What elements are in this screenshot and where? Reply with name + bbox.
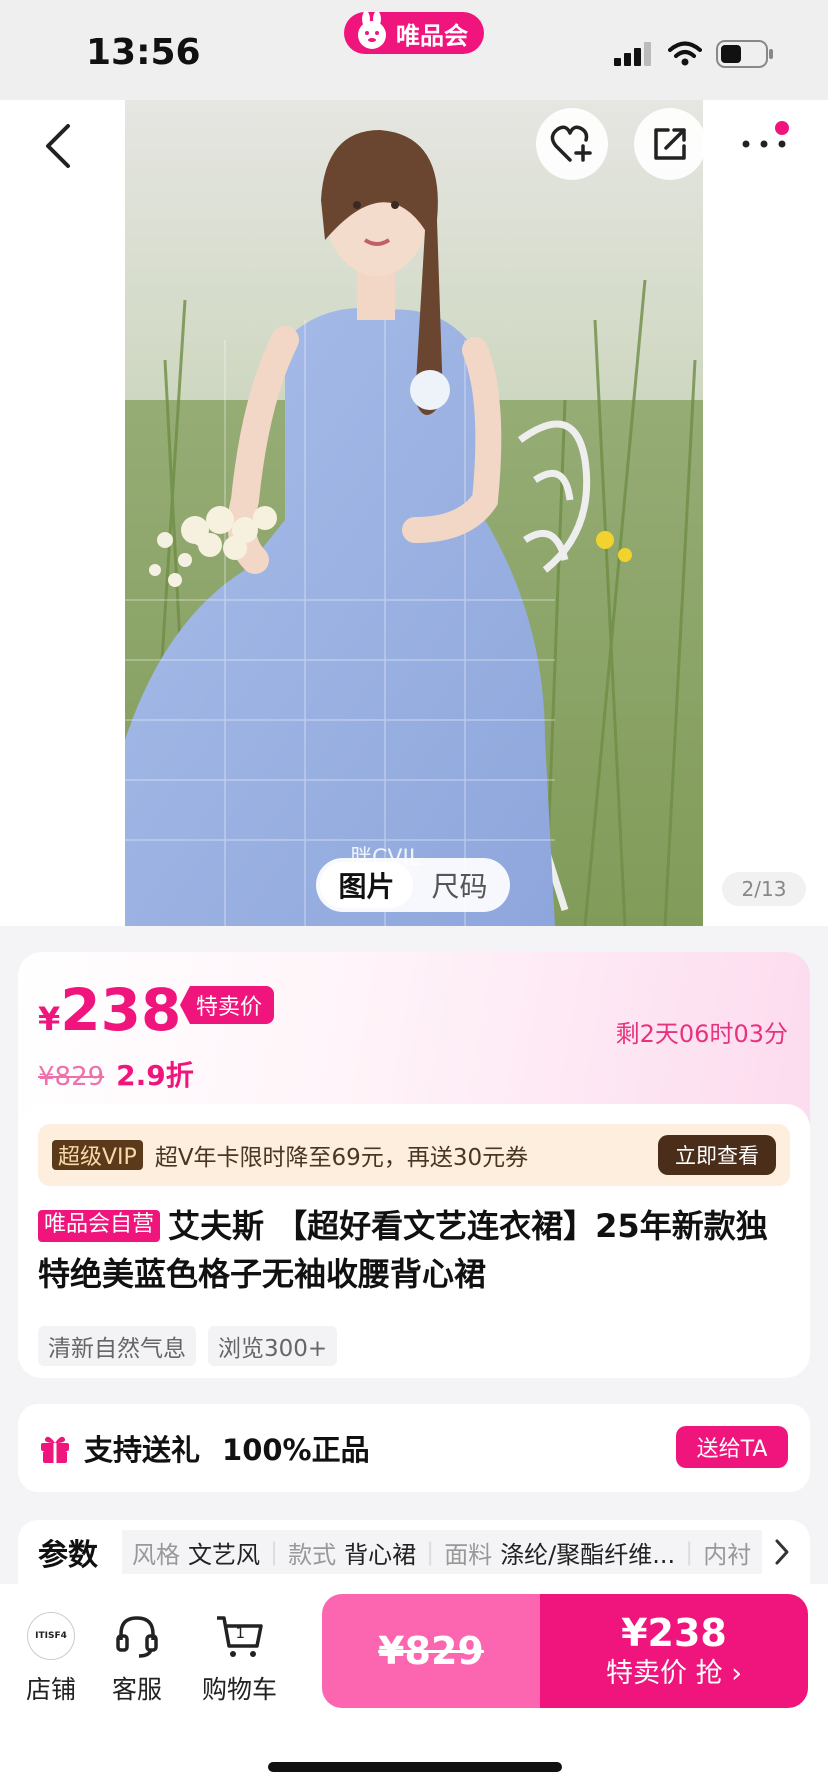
sale-price: ¥ 238 bbox=[38, 976, 181, 1044]
vip-banner[interactable]: 超级VIP 超V年卡限时降至69元，再送30元券 立即查看 bbox=[38, 1124, 790, 1186]
param-value: 涤纶/聚酯纤维... bbox=[500, 1540, 676, 1569]
favorite-button[interactable] bbox=[536, 108, 608, 180]
rabbit-logo-icon bbox=[358, 11, 386, 49]
param-divider: | bbox=[685, 1538, 694, 1566]
currency-symbol: ¥ bbox=[38, 1000, 61, 1038]
param-key: 款式 bbox=[288, 1540, 337, 1569]
original-price-row: ¥829 2.9折 bbox=[38, 1054, 194, 1094]
model-photo-illustration bbox=[125, 100, 703, 926]
chip-style: 清新自然气息 bbox=[38, 1326, 196, 1366]
service-label: 客服 bbox=[112, 1675, 163, 1704]
share-button[interactable] bbox=[634, 108, 706, 180]
buy-area[interactable]: ¥829 ¥238 特卖价 抢 › bbox=[322, 1594, 808, 1708]
cart-label: 购物车 bbox=[202, 1675, 278, 1704]
shop-button[interactable]: ITISF4 店铺 bbox=[26, 1612, 76, 1706]
back-arrow-icon[interactable] bbox=[40, 120, 80, 172]
bottom-action-bar: ITISF4 店铺 客服 1 购物车 ¥829 ¥238 特卖价 抢 › bbox=[0, 1584, 828, 1792]
param-key: 内衬 bbox=[703, 1540, 752, 1569]
brand-name: 唯品会 bbox=[396, 21, 468, 50]
product-photo[interactable] bbox=[125, 100, 703, 926]
status-time: 13:56 bbox=[86, 32, 201, 73]
more-options-icon[interactable] bbox=[740, 120, 802, 150]
cart-count: 1 bbox=[235, 1624, 246, 1642]
chevron-right-icon[interactable] bbox=[774, 1538, 790, 1566]
vip-text: 超V年卡限时降至69元，再送30元券 bbox=[154, 1145, 529, 1171]
status-bar: 13:56 唯品会 bbox=[0, 0, 828, 100]
wifi-icon bbox=[668, 41, 702, 66]
price-tag: 特卖价 bbox=[180, 986, 275, 1024]
brand-pill: 唯品会 bbox=[344, 11, 484, 54]
param-key: 风格 bbox=[132, 1540, 180, 1569]
image-pager: 2/13 bbox=[722, 872, 806, 906]
vip-badge: 超级VIP bbox=[52, 1140, 143, 1170]
cart-button[interactable]: 1 购物车 bbox=[202, 1612, 277, 1706]
price-amount: 238 bbox=[60, 976, 182, 1044]
product-info-card: 超级VIP 超V年卡限时降至69元，再送30元券 立即查看 唯品会自营 艾夫斯 【… bbox=[18, 1104, 810, 1378]
signal-icon bbox=[614, 42, 651, 66]
headset-icon bbox=[116, 1616, 158, 1658]
buy-label: 特卖价 抢 › bbox=[606, 1658, 742, 1689]
buy-price: ¥238 bbox=[621, 1611, 727, 1655]
gift-card: 支持送礼 100%正品 送给TA bbox=[18, 1404, 810, 1492]
product-title-block: 唯品会自营 艾夫斯 【超好看文艺连衣裙】25年新款独特绝美蓝色格子无袖收腰背心裙 bbox=[38, 1202, 798, 1298]
discount: 2.9折 bbox=[116, 1059, 194, 1092]
tab-images[interactable]: 图片 bbox=[320, 862, 413, 908]
chevron-right-icon: › bbox=[731, 1658, 742, 1689]
tab-size[interactable]: 尺码 bbox=[413, 862, 506, 908]
param-value: 文艺风 bbox=[188, 1540, 260, 1569]
original-price-button[interactable]: ¥829 bbox=[322, 1594, 540, 1708]
self-operated-tag: 唯品会自营 bbox=[38, 1210, 161, 1242]
param-divider: | bbox=[426, 1538, 435, 1566]
price-card: ¥ 238 特卖价 ¥829 2.9折 剩2天06时03分 超级VIP 超V年卡… bbox=[18, 952, 810, 1378]
param-key: 面料 bbox=[444, 1540, 493, 1569]
param-value: 背心裙 bbox=[344, 1540, 417, 1569]
original-price: ¥829 bbox=[38, 1062, 105, 1092]
gift-label: 支持送礼 bbox=[84, 1433, 201, 1467]
countdown: 剩2天06时03分 bbox=[615, 1020, 788, 1048]
shop-logo: ITISF4 bbox=[27, 1612, 75, 1660]
battery-icon bbox=[716, 40, 773, 68]
authentic-label: 100%正品 bbox=[222, 1433, 370, 1467]
product-gallery[interactable]: 胖CVIL 图片 尺码 2/13 bbox=[0, 100, 828, 926]
status-icons bbox=[614, 40, 774, 68]
product-chips: 清新自然气息 浏览300+ bbox=[38, 1326, 338, 1366]
send-gift-button[interactable]: 送给TA bbox=[676, 1426, 788, 1468]
home-indicator bbox=[268, 1762, 562, 1772]
customer-service-button[interactable]: 客服 bbox=[112, 1612, 162, 1706]
heart-plus-icon bbox=[550, 125, 592, 162]
params-list: 风格 文艺风 | 款式 背心裙 | 面料 涤纶/聚酯纤维... | 内衬 bbox=[122, 1530, 762, 1574]
buy-now-button[interactable]: ¥238 特卖价 抢 › bbox=[540, 1594, 808, 1708]
param-divider: | bbox=[270, 1538, 279, 1566]
vip-view-button[interactable]: 立即查看 bbox=[658, 1135, 776, 1175]
chip-views: 浏览300+ bbox=[208, 1326, 338, 1366]
params-label: 参数 bbox=[38, 1538, 98, 1573]
share-icon bbox=[654, 128, 686, 160]
params-row[interactable]: 参数 风格 文艺风 | 款式 背心裙 | 面料 涤纶/聚酯纤维... | 内衬 bbox=[18, 1520, 810, 1584]
gift-icon bbox=[41, 1436, 69, 1463]
shop-label: 店铺 bbox=[26, 1675, 77, 1704]
gallery-tabs[interactable]: 图片 尺码 bbox=[316, 858, 510, 912]
